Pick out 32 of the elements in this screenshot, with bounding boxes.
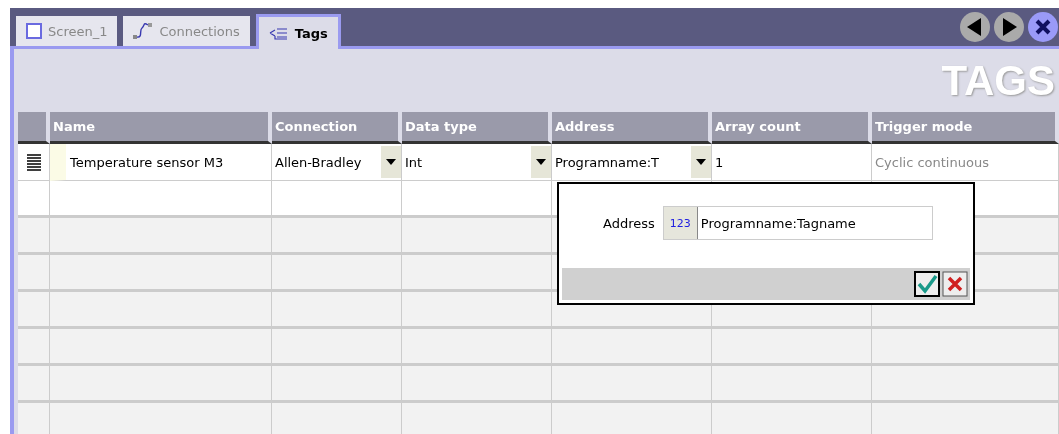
column-header[interactable]: Array count bbox=[712, 112, 872, 144]
screen-icon bbox=[26, 23, 42, 39]
address-field[interactable]: 123 Programname:Tagname bbox=[662, 206, 933, 240]
connection-icon bbox=[133, 22, 154, 40]
address-dropdown[interactable]: Programname:T bbox=[552, 144, 712, 181]
tab[interactable]: Connections bbox=[123, 16, 250, 46]
row-handle-icon[interactable] bbox=[25, 153, 42, 171]
cancel-icon[interactable] bbox=[942, 271, 968, 297]
table-cell: Cyclic continuous bbox=[872, 144, 1059, 181]
tag-list-icon bbox=[268, 26, 289, 40]
connection-dropdown[interactable]: Allen-Bradley bbox=[272, 144, 402, 181]
page-heading: TAGS bbox=[941, 56, 1055, 105]
column-header[interactable]: Data type bbox=[402, 112, 552, 144]
previous-icon[interactable] bbox=[959, 11, 991, 43]
table-cell: Temperature sensor M3 bbox=[50, 144, 272, 181]
data-type-dropdown[interactable]: Int bbox=[402, 144, 552, 181]
tab[interactable]: Tags bbox=[255, 14, 341, 49]
column-header[interactable]: Address bbox=[552, 112, 712, 144]
confirm-icon[interactable] bbox=[914, 271, 940, 297]
caret-icon bbox=[386, 159, 396, 165]
close-icon[interactable] bbox=[1027, 11, 1059, 43]
header-corner bbox=[18, 112, 50, 144]
type-button[interactable]: 123 bbox=[663, 207, 698, 239]
field-label: Address bbox=[603, 215, 655, 231]
table-cell: 1 bbox=[712, 144, 872, 181]
column-header[interactable]: Connection bbox=[272, 112, 402, 144]
caret-icon bbox=[696, 159, 706, 165]
next-icon[interactable] bbox=[993, 11, 1025, 43]
column-header[interactable]: Trigger mode bbox=[872, 112, 1059, 144]
column-header[interactable]: Name bbox=[50, 112, 272, 144]
caret-icon bbox=[536, 159, 546, 165]
tab[interactable]: Screen_1 bbox=[16, 16, 118, 46]
